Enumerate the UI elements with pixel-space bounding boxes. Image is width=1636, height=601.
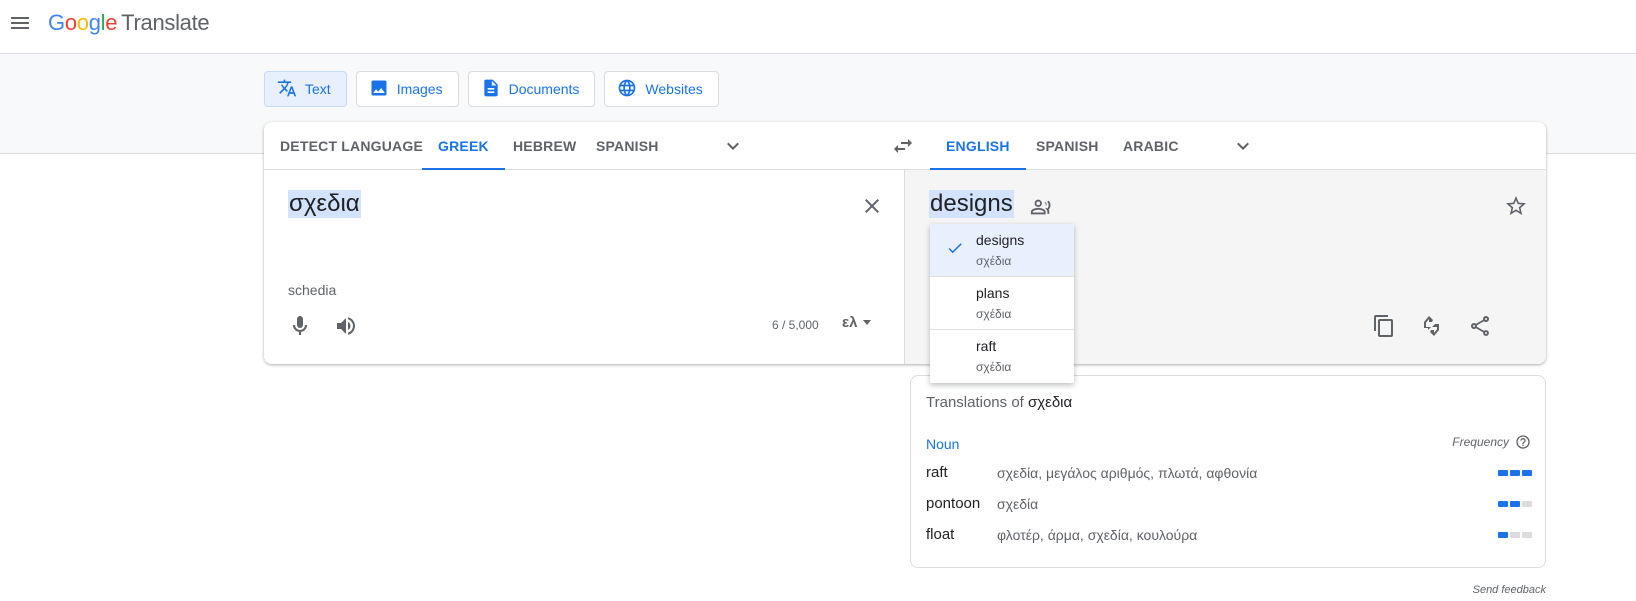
product-name: Translate <box>121 10 210 35</box>
dictionary-card: Translations of σχεδια Noun Frequency ra… <box>910 375 1546 568</box>
image-icon <box>369 78 389 101</box>
target-lang-arabic[interactable]: ARABIC <box>1107 122 1195 170</box>
caret-down-icon <box>863 320 872 325</box>
source-lang-spanish[interactable]: SPANISH <box>580 122 675 170</box>
target-lang-spanish[interactable]: SPANISH <box>1020 122 1115 170</box>
dictionary-title: Translations of σχεδια <box>926 394 1073 411</box>
frequency-bar <box>1510 470 1520 476</box>
send-feedback-link[interactable]: Send feedback <box>1473 584 1546 596</box>
source-lang-detect[interactable]: DETECT LANGUAGE <box>264 122 439 170</box>
frequency-bar <box>1522 501 1532 507</box>
frequency-bar <box>1498 470 1508 476</box>
help-icon[interactable] <box>1515 434 1531 450</box>
mode-tab-text[interactable]: Text <box>264 71 347 107</box>
source-lang-hebrew[interactable]: HEBREW <box>497 122 592 170</box>
frequency-bar <box>1498 532 1508 538</box>
translate-card: DETECT LANGUAGE GREEK HEBREW SPANISH ENG… <box>264 122 1546 364</box>
rate-translation-icon[interactable] <box>1420 314 1444 338</box>
mode-tab-images[interactable]: Images <box>355 71 459 107</box>
frequency-bar <box>1510 501 1520 507</box>
mode-tabs: Text Images Documents Websites <box>264 71 719 107</box>
alternative-item-plans[interactable]: plans σχέδια <box>930 277 1074 330</box>
target-lang-more-chevron-down-icon[interactable] <box>1231 134 1255 158</box>
frequency-bar <box>1522 470 1532 476</box>
frequency-bars <box>1498 532 1532 538</box>
clear-source-close-icon[interactable] <box>860 194 884 218</box>
document-icon <box>481 78 501 101</box>
frequency-header: Frequency <box>1452 434 1531 450</box>
mode-tab-documents[interactable]: Documents <box>467 71 596 107</box>
dictionary-row[interactable]: raft σχεδία, μεγάλος αριθμός, πλωτά, αφθ… <box>926 461 1532 487</box>
source-lang-more-chevron-down-icon[interactable] <box>721 134 745 158</box>
copy-translation-icon[interactable] <box>1372 314 1396 338</box>
google-translate-logo[interactable]: Google Translate <box>48 10 210 36</box>
microphone-icon[interactable] <box>288 314 312 338</box>
source-transliteration: schedia <box>288 282 337 298</box>
translation-output[interactable]: designs <box>929 190 1014 218</box>
target-lang-english[interactable]: ENGLISH <box>930 122 1026 170</box>
frequency-bars <box>1498 470 1532 476</box>
save-translation-star-icon[interactable] <box>1504 194 1528 218</box>
frequency-bars <box>1498 501 1532 507</box>
globe-icon <box>617 78 637 101</box>
source-text-input[interactable]: σχεδια <box>288 190 361 218</box>
alternative-item-raft[interactable]: raft σχέδια <box>930 330 1074 383</box>
people-icon[interactable] <box>1030 196 1052 218</box>
input-tools-selector[interactable]: ελ <box>842 314 872 331</box>
dictionary-row[interactable]: pontoon σχεδία <box>926 492 1532 518</box>
part-of-speech-label: Noun <box>926 436 960 452</box>
input-tools-label: ελ <box>842 314 858 331</box>
frequency-bar <box>1522 532 1532 538</box>
main-menu-icon[interactable] <box>8 11 32 35</box>
frequency-bar <box>1498 501 1508 507</box>
frequency-bar <box>1510 532 1520 538</box>
share-icon[interactable] <box>1468 314 1492 338</box>
mode-tab-websites[interactable]: Websites <box>604 71 719 107</box>
listen-source-speaker-icon[interactable] <box>334 314 358 338</box>
check-icon <box>946 239 964 257</box>
swap-languages-icon[interactable] <box>891 134 915 158</box>
top-bar: Google Translate <box>0 0 1636 54</box>
character-count: 6 / 5,000 <box>772 318 819 332</box>
alternative-item-designs[interactable]: designs σχέδια <box>930 224 1074 277</box>
translate-icon <box>277 78 297 101</box>
alternative-translations-menu: designs σχέδια plans σχέδια raft σχέδια <box>930 224 1074 383</box>
source-pane: σχεδια schedia 6 / 5,000 ελ <box>264 170 905 364</box>
language-bar: DETECT LANGUAGE GREEK HEBREW SPANISH ENG… <box>264 122 1546 170</box>
source-lang-greek[interactable]: GREEK <box>422 122 505 170</box>
dictionary-row[interactable]: float φλοτέρ, άρμα, σχεδία, κουλούρα <box>926 523 1532 549</box>
